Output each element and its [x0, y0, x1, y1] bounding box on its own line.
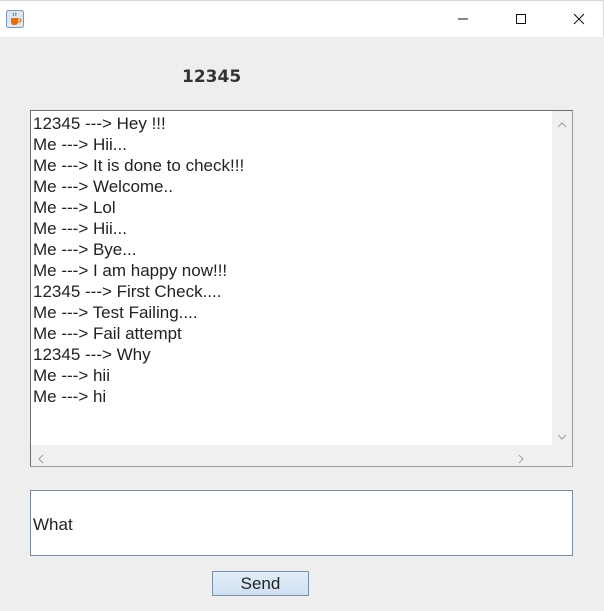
message-line: 12345 ---> First Check.... [33, 282, 222, 301]
message-line: Me ---> hi [33, 387, 107, 406]
scrollbar-corner [552, 445, 572, 466]
scroll-left-icon[interactable] [35, 450, 47, 464]
message-line: Me ---> Test Failing.... [33, 303, 198, 322]
send-button[interactable]: Send [212, 571, 309, 596]
message-input-value: What [33, 515, 73, 534]
message-line: 12345 ---> Why [33, 345, 151, 364]
chat-title: 12345 [182, 67, 242, 87]
message-line: Me ---> Hii... [33, 219, 127, 238]
message-scroll-pane[interactable]: 12345 ---> Hey !!! Me ---> Hii... Me ---… [30, 110, 573, 467]
message-area[interactable]: 12345 ---> Hey !!! Me ---> Hii... Me ---… [33, 113, 551, 445]
message-line: Me ---> Fail attempt [33, 324, 182, 343]
message-line: Me ---> I am happy now!!! [33, 261, 228, 280]
message-line: Me ---> Welcome.. [33, 177, 173, 196]
close-button[interactable] [550, 1, 604, 38]
maximize-icon [515, 10, 527, 29]
message-line: 12345 ---> Hey !!! [33, 114, 166, 133]
message-input[interactable]: What [30, 490, 573, 556]
close-icon [573, 10, 585, 29]
maximize-button[interactable] [492, 1, 550, 38]
scroll-down-icon[interactable] [556, 428, 568, 440]
message-line: Me ---> Bye... [33, 240, 137, 259]
message-line: Me ---> Hii... [33, 135, 127, 154]
message-line: Me ---> hii [33, 366, 110, 385]
scroll-up-icon[interactable] [556, 116, 568, 128]
minimize-button[interactable] [434, 1, 492, 38]
vertical-scrollbar[interactable] [552, 111, 572, 445]
message-line: Me ---> It is done to check!!! [33, 156, 245, 175]
minimize-icon [457, 10, 469, 29]
scroll-right-icon[interactable] [515, 450, 527, 464]
horizontal-scrollbar[interactable] [31, 445, 552, 466]
message-line: Me ---> Lol [33, 198, 116, 217]
java-cup-icon [6, 10, 24, 28]
title-bar [0, 0, 604, 37]
